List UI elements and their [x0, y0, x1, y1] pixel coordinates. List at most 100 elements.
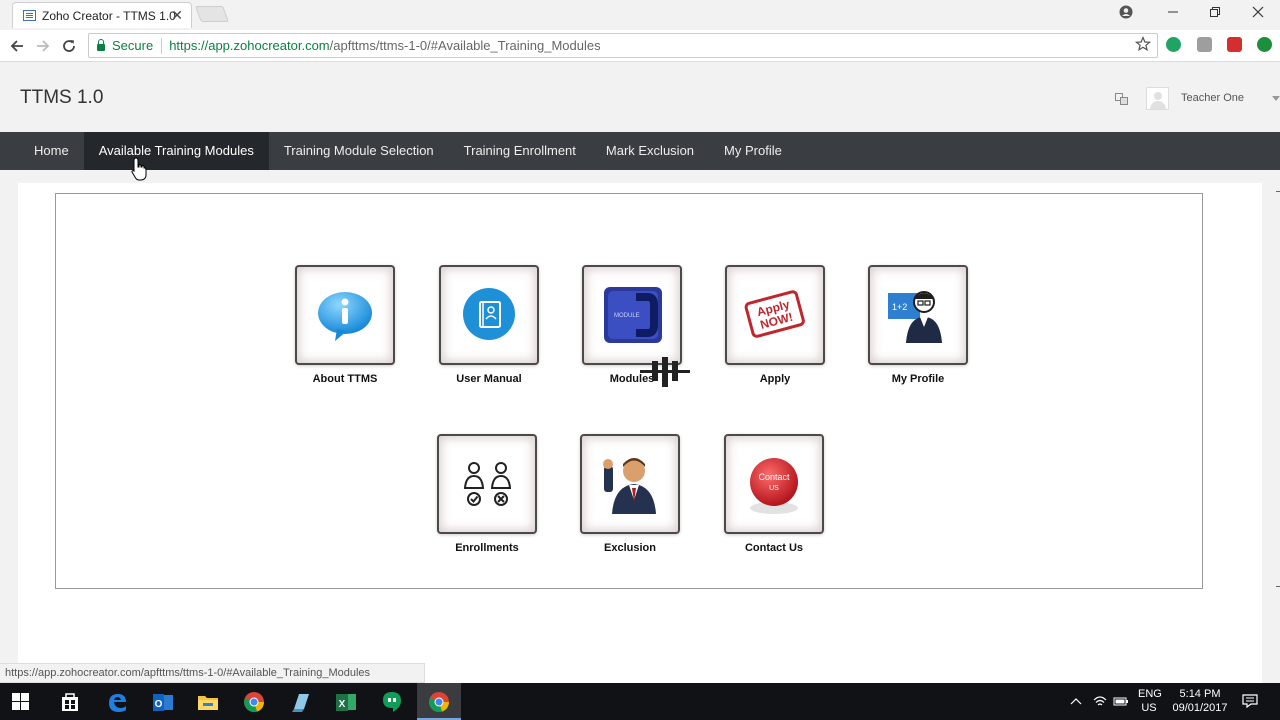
contact-us-tile-box[interactable]: Contact US: [724, 434, 824, 534]
tile-enrollments[interactable]: Enrollments: [427, 434, 547, 554]
file-explorer-icon[interactable]: [197, 691, 219, 713]
zoho-favicon-icon: [23, 10, 36, 21]
notifications-icon[interactable]: [1242, 694, 1258, 708]
enrollments-tile-box[interactable]: [437, 434, 537, 534]
clock[interactable]: 5:14 PM 09/01/2017: [1170, 687, 1230, 715]
address-separator: [161, 37, 163, 54]
svg-text:US: US: [769, 485, 779, 492]
manual-book-icon: [463, 288, 515, 340]
chevron-down-icon[interactable]: [1272, 96, 1280, 102]
browser-toolbar: Secure https://app.zohocreator.com/apftt…: [0, 30, 1280, 62]
menu-item-training-module-selection[interactable]: Training Module Selection: [269, 132, 449, 170]
secure-lock-icon: [97, 38, 105, 51]
tile-exclusion[interactable]: Exclusion: [570, 434, 690, 554]
apply-now-stamp-icon: Apply NOW!: [744, 290, 805, 338]
tile-my-profile[interactable]: 1+2 My Profile: [858, 265, 978, 385]
new-tab-button[interactable]: [195, 6, 229, 22]
tile-label: User Manual: [456, 373, 522, 385]
store-icon[interactable]: [59, 691, 81, 713]
extension-green-icon[interactable]: [1166, 37, 1181, 52]
module-icon-text: MODULE: [614, 313, 640, 319]
excel-icon[interactable]: X: [335, 691, 357, 713]
bookmark-star-icon[interactable]: [1135, 36, 1151, 52]
hand-cursor-icon: [131, 157, 147, 181]
outlook-icon[interactable]: O: [152, 691, 174, 713]
tile-label: Exclusion: [604, 542, 656, 554]
board-text: 1+2: [892, 302, 907, 312]
drag-handle-icon[interactable]: [640, 357, 690, 387]
scroll-marker: [1276, 191, 1280, 192]
menu-item-available-training-modules[interactable]: Available Training Modules: [83, 132, 269, 170]
modules-tile-box[interactable]: MODULE: [582, 265, 682, 365]
clock-time: 5:14 PM: [1179, 688, 1221, 700]
svg-text:X: X: [339, 699, 346, 710]
edge-icon[interactable]: [106, 691, 128, 713]
tab-close-icon[interactable]: ✕: [171, 7, 183, 24]
enrollment-approve-reject-icon: [463, 462, 512, 506]
reload-icon[interactable]: [61, 38, 77, 54]
restore-icon[interactable]: [1209, 6, 1221, 18]
menu-item-training-enrollment[interactable]: Training Enrollment: [449, 132, 591, 170]
exclusion-tile-box[interactable]: [580, 434, 680, 534]
about-ttms-tile-box[interactable]: [295, 265, 395, 365]
tile-apply[interactable]: Apply NOW! Apply: [715, 265, 835, 385]
account-icon[interactable]: [1119, 5, 1133, 19]
language-indicator[interactable]: ENG US: [1138, 687, 1162, 715]
hangouts-icon[interactable]: [381, 691, 403, 713]
tile-label: Apply: [759, 373, 791, 385]
avatar[interactable]: [1146, 87, 1169, 110]
status-bar-url: https://app.zohocreator.com/apfttms/ttms…: [0, 663, 425, 683]
address-bar[interactable]: Secure https://app.zohocreator.com/apftt…: [88, 33, 1158, 58]
menu-item-my-profile[interactable]: My Profile: [709, 132, 797, 170]
translate-icon[interactable]: [1115, 93, 1128, 105]
main-menu: Home Available Training Modules Training…: [0, 132, 1280, 170]
region-code: US: [1141, 702, 1157, 714]
chrome-active-icon[interactable]: [428, 691, 450, 713]
clock-date: 09/01/2017: [1172, 702, 1228, 714]
tile-label: Contact Us: [744, 542, 804, 554]
browser-tabstrip: Zoho Creator - TTMS 1.0 ✕: [0, 0, 1280, 30]
tile-label: My Profile: [891, 373, 945, 385]
windows-taskbar: O X ENG US 5:14 PM 09/01/2017: [0, 683, 1280, 720]
menu-item-home[interactable]: Home: [19, 132, 84, 170]
close-window-icon[interactable]: [1252, 6, 1264, 18]
teacher-profile-icon: 1+2: [888, 291, 942, 343]
url-text: https://app.zohocreator.com/apfttms/ttms…: [169, 38, 600, 53]
tray-chevron-up-icon[interactable]: [1070, 697, 1082, 705]
tab-title: Zoho Creator - TTMS 1.0: [42, 8, 176, 23]
extension-update-icon[interactable]: [1257, 37, 1272, 52]
raised-hand-person-icon: [603, 458, 656, 514]
apply-tile-box[interactable]: Apply NOW!: [725, 265, 825, 365]
user-name[interactable]: Teacher One: [1181, 92, 1244, 104]
battery-icon[interactable]: [1113, 695, 1129, 707]
contact-us-button-icon: Contact US: [750, 458, 798, 514]
forward-arrow-icon[interactable]: [35, 38, 51, 54]
tile-label: Enrollments: [455, 542, 519, 554]
extension-grey-icon[interactable]: [1197, 37, 1212, 52]
browser-tab[interactable]: Zoho Creator - TTMS 1.0 ✕: [12, 2, 192, 28]
svg-text:O: O: [155, 699, 163, 710]
modules-panel: About TTMS User Manual MODULE Modules Ap…: [55, 193, 1203, 589]
module-icon: MODULE: [604, 287, 662, 343]
extension-red-icon[interactable]: [1227, 37, 1242, 52]
tile-about-ttms[interactable]: About TTMS: [285, 265, 405, 385]
sketch-app-icon[interactable]: [289, 691, 311, 713]
back-arrow-icon[interactable]: [9, 38, 25, 54]
my-profile-tile-box[interactable]: 1+2: [868, 265, 968, 365]
url-host: https://app.zohocreator.com: [169, 38, 330, 53]
language-code: ENG: [1138, 688, 1162, 700]
minimize-icon[interactable]: [1167, 6, 1179, 18]
tile-label: About TTMS: [312, 373, 378, 385]
wifi-icon[interactable]: [1093, 695, 1107, 707]
app-header: TTMS 1.0 Teacher One: [0, 62, 1280, 132]
tile-user-manual[interactable]: User Manual: [429, 265, 549, 385]
menu-item-mark-exclusion[interactable]: Mark Exclusion: [591, 132, 709, 170]
svg-text:Contact: Contact: [758, 472, 790, 482]
chrome-icon[interactable]: [243, 691, 265, 713]
user-manual-tile-box[interactable]: [439, 265, 539, 365]
windows-start-icon[interactable]: [12, 693, 34, 715]
scroll-marker: [1276, 586, 1280, 587]
info-bubble-icon: [318, 292, 372, 341]
tile-contact-us[interactable]: Contact US Contact Us: [714, 434, 834, 554]
url-path: /apfttms/ttms-1-0/#Available_Training_Mo…: [329, 38, 601, 53]
